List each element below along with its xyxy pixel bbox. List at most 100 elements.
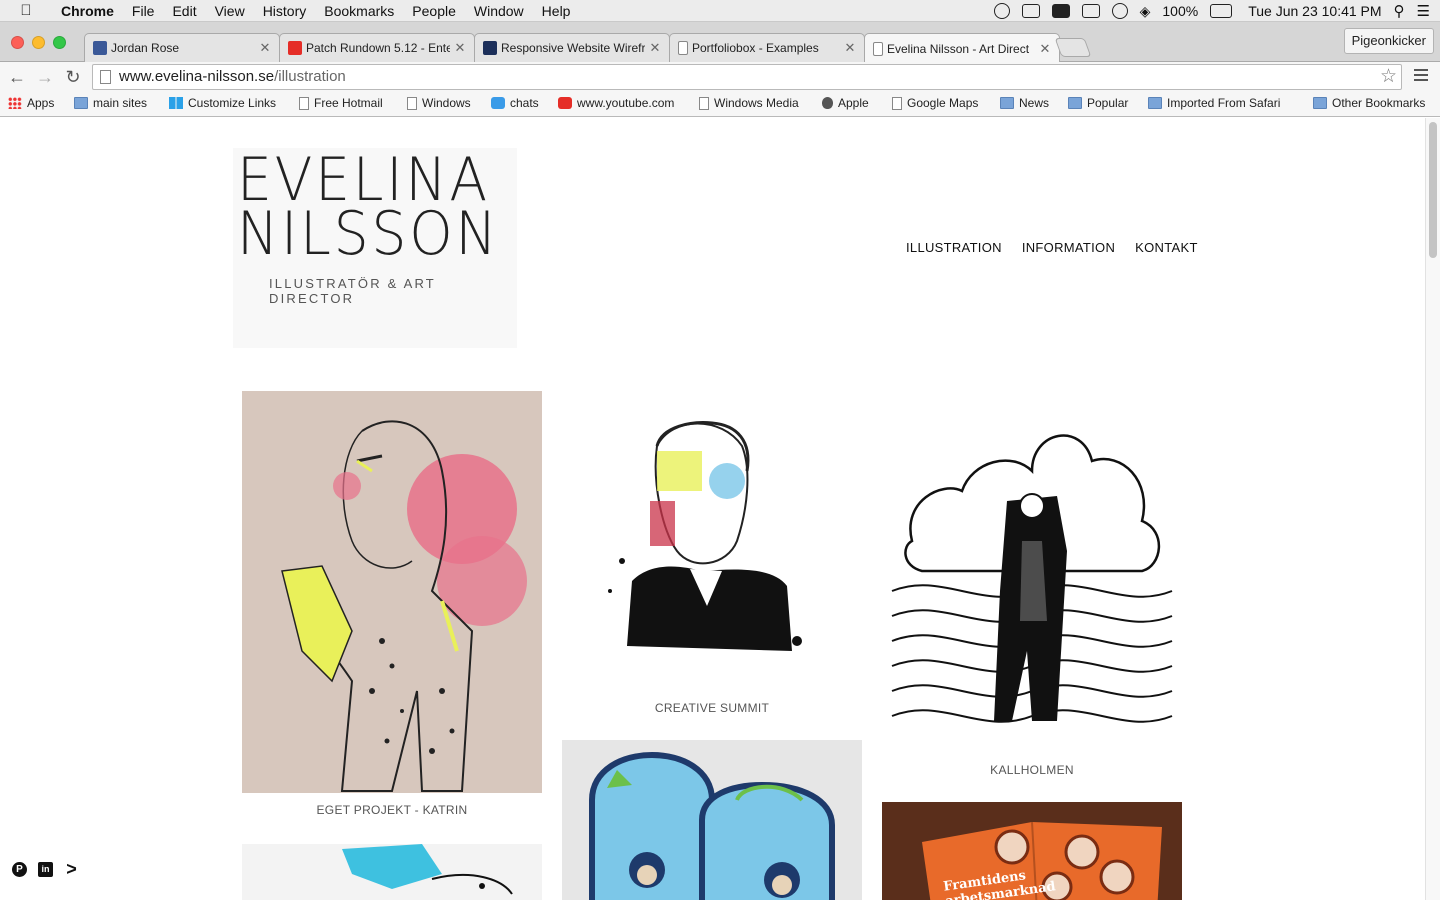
site-logo[interactable]: EVELINA NILSSON ILLUSTRATÖR & ART DIRECT… bbox=[233, 148, 517, 348]
menu-view[interactable]: View bbox=[206, 0, 254, 22]
folder-icon bbox=[1148, 97, 1162, 109]
youtube-icon bbox=[288, 41, 302, 55]
battery-icon[interactable] bbox=[1210, 4, 1233, 18]
artwork-katrin bbox=[242, 391, 542, 793]
tab-evelina-nilsson[interactable]: Evelina Nilsson - Art Direct ✕ bbox=[864, 33, 1060, 63]
bookmark-imported-from-safari[interactable]: Imported From Safari bbox=[1148, 96, 1280, 110]
bookmark-label: Customize Links bbox=[188, 96, 277, 110]
spotlight-search-icon[interactable]: ⚲ bbox=[1394, 2, 1405, 20]
tab-patch-rundown[interactable]: Patch Rundown 5.12 - Ente ✕ bbox=[279, 33, 475, 62]
apple-menu-icon[interactable]:  bbox=[0, 2, 52, 19]
window-close-button[interactable] bbox=[11, 36, 24, 49]
menu-file[interactable]: File bbox=[123, 0, 164, 22]
nav-illustration[interactable]: ILLUSTRATION bbox=[906, 240, 1002, 255]
bookmark-label: News bbox=[1019, 96, 1050, 110]
page-scrollbar[interactable] bbox=[1425, 118, 1440, 900]
adobe-icon[interactable] bbox=[1021, 4, 1040, 18]
social-links: P in > bbox=[12, 860, 79, 878]
site-nav: ILLUSTRATION INFORMATION KONTAKT bbox=[906, 240, 1198, 255]
tab-close-icon[interactable]: ✕ bbox=[1039, 41, 1051, 57]
mac-menu-bar:  Chrome File Edit View History Bookmark… bbox=[0, 0, 1440, 22]
bookmark-windows[interactable]: Windows bbox=[407, 96, 471, 110]
bookmark-apps[interactable]: Apps bbox=[8, 96, 54, 110]
bookmark-windows-media[interactable]: Windows Media bbox=[699, 96, 799, 110]
tab-close-icon[interactable]: ✕ bbox=[844, 40, 856, 56]
gallery-item[interactable]: CREATIVE SUMMIT bbox=[562, 391, 862, 715]
bookmark-label: Windows bbox=[422, 96, 471, 110]
linkedin-icon[interactable]: in bbox=[38, 862, 53, 877]
bookmark-label: Apps bbox=[27, 96, 55, 110]
bookmarks-bar: Apps main sites Customize Links Free Hot… bbox=[0, 92, 1440, 117]
ui-site-icon bbox=[483, 41, 497, 55]
clock[interactable]: Tue Jun 23 10:41 PM bbox=[1248, 3, 1381, 19]
gallery-item[interactable]: Framtidens arbetsmarknad bbox=[882, 802, 1182, 900]
gallery-item[interactable] bbox=[562, 740, 862, 900]
tab-responsive-wireframe[interactable]: Responsive Website Wirefr ✕ bbox=[474, 33, 670, 62]
gallery-item[interactable] bbox=[242, 844, 542, 900]
folder-icon bbox=[1313, 97, 1327, 109]
folder-icon bbox=[74, 97, 88, 109]
menu-edit[interactable]: Edit bbox=[163, 0, 205, 22]
window-maximize-button[interactable] bbox=[53, 36, 66, 49]
nav-information[interactable]: INFORMATION bbox=[1022, 240, 1115, 255]
back-arrow-icon[interactable]: ← bbox=[6, 66, 28, 88]
battery-percent: 100% bbox=[1162, 3, 1199, 19]
wifi-icon[interactable]: ◈ bbox=[1140, 3, 1151, 20]
bookmark-popular[interactable]: Popular bbox=[1068, 96, 1128, 110]
tab-close-icon[interactable]: ✕ bbox=[454, 40, 466, 56]
creative-cloud-icon[interactable] bbox=[993, 3, 1010, 19]
window-controls bbox=[11, 36, 66, 49]
bookmark-news[interactable]: News bbox=[1000, 96, 1049, 110]
bookmark-customize-links[interactable]: Customize Links bbox=[169, 96, 276, 110]
bookmark-youtube[interactable]: www.youtube.com bbox=[558, 96, 674, 110]
bookmark-main-sites[interactable]: main sites bbox=[74, 96, 147, 110]
new-tab-button[interactable] bbox=[1054, 38, 1092, 57]
address-bar[interactable]: www.evelina-nilsson.se/illustration ☆ bbox=[92, 64, 1402, 90]
tab-close-icon[interactable]: ✕ bbox=[259, 40, 271, 56]
profile-button[interactable]: Pigeonkicker bbox=[1343, 28, 1434, 54]
airplay-icon[interactable] bbox=[1081, 4, 1100, 18]
scrollbar-thumb[interactable] bbox=[1429, 122, 1437, 258]
tab-portfoliobox[interactable]: Portfoliobox - Examples ✕ bbox=[669, 33, 865, 62]
menu-app-chrome[interactable]: Chrome bbox=[52, 0, 123, 22]
page-icon bbox=[407, 96, 417, 110]
page-viewport: EVELINA NILSSON ILLUSTRATÖR & ART DIRECT… bbox=[0, 118, 1425, 900]
forward-arrow-icon[interactable]: → bbox=[34, 66, 56, 88]
menu-bookmarks[interactable]: Bookmarks bbox=[315, 0, 403, 22]
tab-title: Responsive Website Wirefr bbox=[501, 41, 645, 55]
browser-toolbar: ← → ↻ www.evelina-nilsson.se/illustratio… bbox=[0, 62, 1440, 92]
portfolio-arrow-icon[interactable]: > bbox=[64, 860, 79, 878]
tab-close-icon[interactable]: ✕ bbox=[649, 40, 661, 56]
pinterest-icon[interactable]: P bbox=[12, 862, 27, 877]
bookmark-chats[interactable]: chats bbox=[491, 96, 539, 110]
gallery-caption: EGET PROJEKT - KATRIN bbox=[316, 803, 468, 817]
bookmark-apple[interactable]: Apple bbox=[822, 96, 869, 110]
window-minimize-button[interactable] bbox=[32, 36, 45, 49]
chrome-menu-icon[interactable] bbox=[1414, 69, 1428, 83]
bookmark-label: Popular bbox=[1087, 96, 1129, 110]
tab-jordan-rose[interactable]: Jordan Rose ✕ bbox=[84, 33, 280, 62]
bookmark-label: Google Maps bbox=[907, 96, 979, 110]
bookmark-other-bookmarks[interactable]: Other Bookmarks bbox=[1313, 96, 1425, 110]
tab-title: Patch Rundown 5.12 - Ente bbox=[306, 41, 450, 55]
gallery-caption: CREATIVE SUMMIT bbox=[654, 701, 770, 715]
tab-strip: Jordan Rose ✕ Patch Rundown 5.12 - Ente … bbox=[0, 22, 1440, 63]
bookmark-free-hotmail[interactable]: Free Hotmail bbox=[299, 96, 383, 110]
bookmark-google-maps[interactable]: Google Maps bbox=[892, 96, 978, 110]
artwork-bird bbox=[242, 844, 542, 900]
notification-center-icon[interactable]: ☰ bbox=[1417, 2, 1430, 20]
bookmark-star-icon[interactable]: ☆ bbox=[1380, 65, 1397, 89]
menu-history[interactable]: History bbox=[254, 0, 316, 22]
menu-help[interactable]: Help bbox=[533, 0, 580, 22]
nav-kontakt[interactable]: KONTAKT bbox=[1135, 240, 1198, 255]
bookmark-label: Windows Media bbox=[714, 96, 799, 110]
menu-people[interactable]: People bbox=[403, 0, 465, 22]
gallery-item[interactable]: EGET PROJEKT - KATRIN bbox=[242, 391, 542, 817]
menu-window[interactable]: Window bbox=[465, 0, 533, 22]
bookmark-label: chats bbox=[510, 96, 539, 110]
display-icon[interactable] bbox=[1051, 4, 1070, 18]
time-machine-icon[interactable] bbox=[1111, 3, 1128, 19]
gallery-item[interactable]: KALLHOLMEN bbox=[882, 391, 1182, 777]
reload-icon[interactable]: ↻ bbox=[62, 66, 84, 88]
page-icon bbox=[100, 70, 111, 84]
